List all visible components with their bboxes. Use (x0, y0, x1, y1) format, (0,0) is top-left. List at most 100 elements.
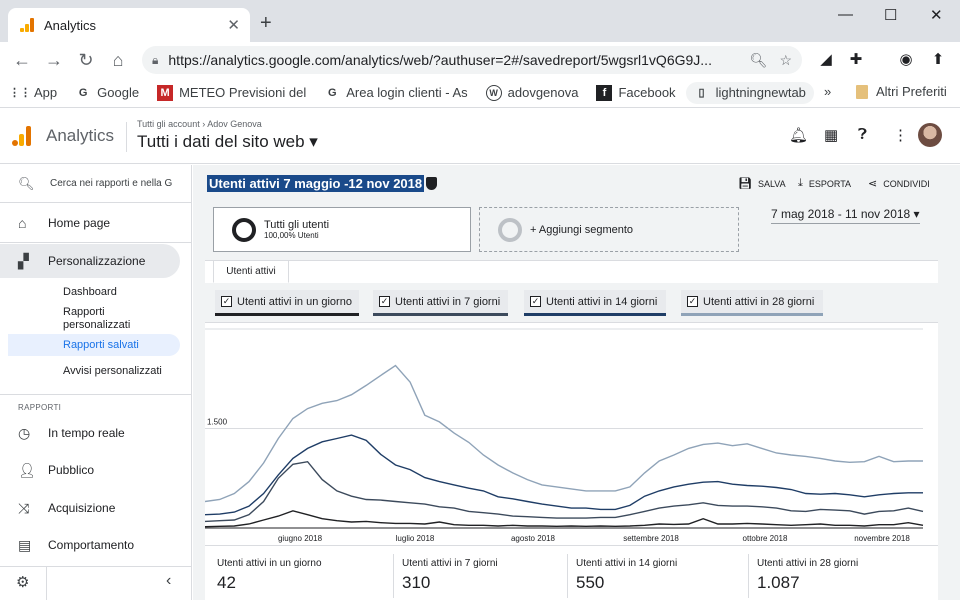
segment-all-users[interactable]: Tutti gli utenti 100,00% Utenti (213, 207, 471, 252)
admin-gear-icon[interactable]: ⚙ (16, 573, 29, 591)
metric-tab-14days[interactable]: ✓ Utenti attivi in 14 giorni (524, 290, 666, 316)
y-tick-label: 3.000 (207, 326, 228, 327)
back-icon[interactable]: ← (6, 50, 38, 71)
stat-label: Utenti attivi in un giorno (217, 558, 322, 569)
sidebar-item-label: Comportamento (48, 538, 135, 552)
wordpress-icon: W (485, 84, 502, 101)
date-range-picker[interactable]: 7 mag 2018 - 11 nov 2018 ▾ (771, 207, 920, 224)
address-bar[interactable]: 🔒︎ https://analytics.google.com/analytic… (142, 46, 802, 74)
bookmark-lightningnewtab[interactable]: ▯ lightningnewtab (685, 81, 814, 104)
sidebar-item-label: In tempo reale (48, 426, 125, 440)
sidebar-item-customization[interactable]: ▞ Personalizzazione (0, 244, 180, 278)
search-input[interactable]: Cerca nei rapporti e nella G (50, 178, 172, 189)
share-button[interactable]: ⋖ CONDIVIDI (868, 177, 930, 190)
bookmark-label: adovgenova (507, 85, 579, 100)
notifications-bell-icon[interactable]: 🔔︎ (789, 126, 808, 144)
analytics-logo-icon (12, 126, 32, 146)
bookmark-facebook[interactable]: f Facebook (596, 84, 676, 101)
sidebar-sub-saved-reports[interactable]: Rapporti salvati (8, 334, 180, 356)
bookmark-adovgenova[interactable]: W adovgenova (485, 84, 579, 101)
sidebar-item-audience[interactable]: 👤︎ Pubblico (0, 455, 192, 485)
bookmark-google[interactable]: G Google (75, 85, 139, 101)
bookmark-area-login[interactable]: G Area login clienti - As (324, 85, 468, 101)
other-bookmarks[interactable]: Altri Preferiti (856, 84, 947, 99)
stat-label: Utenti attivi in 7 giorni (402, 558, 498, 569)
sidebar-footer: ⚙ ‹ (0, 566, 192, 600)
sidebar-item-label: Home page (48, 216, 111, 230)
analytics-favicon-icon (18, 17, 34, 33)
bookmark-label: lightningnewtab (715, 85, 806, 100)
metric-tab-28days[interactable]: ✓ Utenti attivi in 28 giorni (681, 290, 823, 316)
browser-tab-strip: Analytics ✕ + — ☐ ✕ (0, 0, 960, 42)
browser-tab[interactable]: Analytics ✕ (8, 8, 250, 42)
minimize-icon[interactable]: — (838, 6, 853, 23)
bookmark-label: METEO Previsioni del (179, 85, 307, 100)
forward-icon[interactable]: → (38, 50, 70, 71)
sidebar-item-label: Pubblico (48, 463, 95, 477)
sidebar-item-home[interactable]: ⌂ Home page (0, 208, 192, 238)
home-icon[interactable]: ⌂ (102, 50, 134, 71)
ga-product-name: Analytics (46, 126, 115, 145)
report-main: Utenti attivi 7 maggio -12 nov 2018 💾︎ S… (193, 165, 960, 600)
metric-tab-label: Utenti attivi in 28 giorni (703, 295, 815, 308)
segment-percentage: 100,00% Utenti (264, 231, 319, 240)
sidebar-sub-label: Rapporti salvati (63, 339, 139, 351)
puzzle-extension-icon[interactable]: ✚ (846, 50, 866, 70)
help-icon[interactable]: ❓︎ (858, 126, 867, 143)
bookmark-star-icon[interactable]: ☆ (779, 52, 792, 69)
url-text[interactable]: https://analytics.google.com/analytics/w… (168, 52, 737, 68)
lock-icon: 🔒︎ (152, 52, 159, 67)
sidebar-sub-custom-alerts[interactable]: Avvisi personalizzati (63, 365, 162, 378)
stat-28days: Utenti attivi in 28 giorni 1.087 (757, 558, 858, 593)
view-selector[interactable]: Tutti i dati del sito web ▾ (137, 132, 318, 152)
sidebar-item-acquisition[interactable]: ⤨ Acquisizione (0, 493, 192, 523)
add-segment-button[interactable]: + Aggiungi segmento (479, 207, 739, 252)
checkbox-checked-icon: ✓ (530, 296, 541, 307)
behavior-icon: ▤ (18, 536, 32, 553)
dashboard-grid-icon: ▞ (18, 252, 29, 269)
update-icon[interactable]: ⬆ (928, 50, 948, 70)
ga-header: Analytics Tutti gli account › Adov Genov… (0, 108, 960, 164)
window-close-icon[interactable]: ✕ (930, 6, 943, 24)
bookmark-meteo[interactable]: M METEO Previsioni del (157, 84, 307, 101)
save-label: SALVA (757, 178, 786, 189)
sidebar-search[interactable]: 🔍︎ Cerca nei rapporti e nella G (0, 165, 192, 203)
collapse-sidebar-icon[interactable]: ‹ (166, 572, 171, 590)
metric-tab-7days[interactable]: ✓ Utenti attivi in 7 giorni (373, 290, 508, 316)
share-label: CONDIVIDI (883, 178, 930, 189)
avatar[interactable] (918, 123, 942, 147)
search-icon[interactable]: 🔍︎ (750, 52, 768, 69)
reload-icon[interactable]: ↻ (70, 50, 102, 71)
tab-close-icon[interactable]: ✕ (227, 16, 240, 34)
google-icon: G (327, 86, 337, 99)
more-vert-icon[interactable]: ⋮ (893, 126, 908, 144)
x-tick-label: ottobre 2018 (743, 534, 788, 543)
sidebar-sub-dashboard[interactable]: Dashboard (63, 286, 117, 299)
line-chart[interactable]: 3.000 1.500 giugno 2018 luglio 2018 agosto 2… (205, 326, 938, 544)
export-button[interactable]: ⤓ ESPORTA (798, 177, 851, 190)
metric-tab-1day[interactable]: ✓ Utenti attivi in un giorno (215, 290, 359, 316)
breadcrumb[interactable]: Tutti gli account › Adov Genova (137, 119, 262, 129)
sidebar-item-realtime[interactable]: ◷ In tempo reale (0, 418, 192, 448)
new-tab-icon[interactable]: + (260, 12, 272, 35)
verified-shield-icon (426, 177, 437, 190)
maximize-icon[interactable]: ☐ (884, 6, 897, 24)
divider (748, 554, 749, 598)
tab-active-users[interactable]: Utenti attivi (213, 260, 289, 283)
search-icon: 🔍︎ (18, 175, 35, 191)
checkbox-checked-icon: ✓ (379, 296, 390, 307)
extension-icon[interactable]: ◢ (816, 50, 836, 70)
sidebar-sub-custom-reports[interactable]: Rapporti personalizzati (63, 306, 153, 332)
summary-stats: Utenti attivi in un giorno 42 Utenti att… (205, 545, 938, 600)
save-button[interactable]: 💾︎ SALVA (738, 177, 786, 190)
profile-icon[interactable]: ◉ (896, 50, 916, 70)
sidebar-item-behavior[interactable]: ▤ Comportamento (0, 530, 192, 560)
bookmarks-overflow-icon[interactable]: » (824, 84, 831, 99)
bookmark-label: Facebook (618, 85, 676, 100)
header-divider (126, 122, 127, 152)
stat-value: 42 (217, 573, 236, 592)
add-segment-label: + Aggiungi segmento (530, 223, 634, 236)
save-icon: 💾︎ (738, 178, 752, 190)
apps-icon[interactable]: ▦ (824, 126, 838, 144)
bookmark-app[interactable]: ⋮⋮ App (9, 85, 57, 101)
